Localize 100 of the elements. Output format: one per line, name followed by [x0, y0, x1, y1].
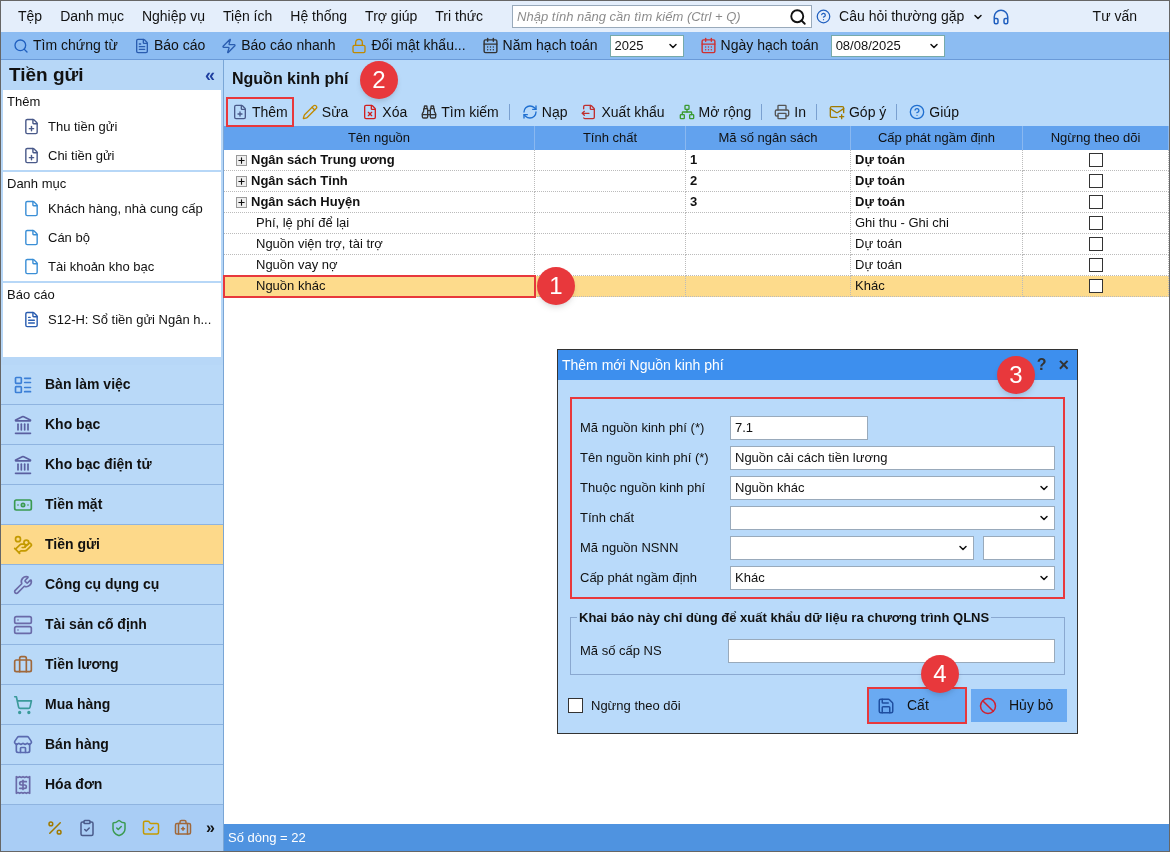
section-title: Báo cáo — [6, 286, 56, 304]
tree-icon — [678, 104, 695, 120]
dropdown-field[interactable] — [730, 536, 974, 560]
report-icon — [133, 37, 150, 54]
table-cell: Khác — [851, 276, 1023, 297]
expand-icon[interactable] — [236, 175, 247, 187]
expand-icon[interactable] — [236, 154, 247, 166]
menu-item[interactable]: Trợ giúp — [356, 6, 427, 27]
checkbox[interactable] — [1088, 153, 1103, 167]
toolbar-button[interactable]: Góp ý — [825, 99, 891, 125]
input-field[interactable]: 7.1 — [730, 416, 868, 440]
table-cell: 1 — [686, 150, 851, 171]
column-header[interactable]: Tính chất — [535, 126, 686, 150]
help-button[interactable]: ? — [1036, 353, 1047, 377]
input-field[interactable] — [983, 536, 1055, 560]
checkbox[interactable] — [1088, 237, 1103, 251]
task-link[interactable]: Khách hàng, nhà cung cấp — [3, 194, 203, 223]
checkbox[interactable] — [1088, 258, 1103, 272]
table-cell[interactable]: Ngân sách Huyện — [224, 192, 535, 213]
group-title: Khai báo này chỉ dùng để xuất khẩu dữ liệu ra chương trình QLNS — [577, 608, 992, 628]
input-field[interactable]: Nguồn cải cách tiền lương — [730, 446, 1055, 470]
toolbar-button[interactable]: Báo cáo — [133, 35, 206, 56]
column-header[interactable]: Tên nguồn — [224, 126, 535, 150]
step-number-badge: 3 — [997, 356, 1035, 394]
percent-icon — [46, 819, 65, 837]
dialog-button[interactable]: Hủy bỏ — [971, 689, 1067, 722]
menu-item[interactable]: Danh mục — [51, 6, 133, 27]
sidebar-title: Tiền gửi — [9, 62, 84, 87]
toolbar-button[interactable]: Tìm chứng từ — [13, 35, 118, 56]
task-link[interactable]: Cán bộ — [3, 223, 90, 252]
bank-icon — [13, 414, 33, 435]
task-link[interactable]: Chi tiền gửi — [3, 141, 115, 170]
document-icon — [23, 258, 40, 275]
toolbar-button[interactable]: Thêm — [228, 99, 292, 125]
toolbar-button[interactable]: Giúp — [905, 99, 963, 125]
checkbox[interactable] — [1088, 195, 1103, 209]
collapse-button[interactable]: « — [205, 61, 215, 89]
toolbar-button[interactable]: Tìm kiếm — [417, 99, 503, 125]
toolbar-button[interactable]: Mở rộng — [674, 99, 756, 125]
expand-icon[interactable] — [236, 196, 247, 208]
field-label: Tên nguồn kinh phí (*) — [580, 449, 710, 468]
table-cell[interactable]: Ngân sách Tỉnh — [224, 171, 535, 192]
table-cell[interactable]: Phí, lệ phí để lại — [224, 213, 535, 234]
close-button[interactable]: × — [1058, 351, 1069, 379]
table-cell[interactable]: Ngân sách Trung ương — [224, 150, 535, 171]
row-count: Số dòng = 22 — [228, 828, 306, 847]
task-link[interactable]: S12-H: Sổ tiền gửi Ngân h... — [3, 305, 212, 334]
task-link[interactable]: Tài khoản kho bạc — [3, 252, 155, 281]
wrench-icon — [13, 574, 33, 595]
dropdown-field[interactable]: 08/08/2025 — [830, 34, 945, 57]
checkbox[interactable] — [1088, 174, 1103, 188]
table-cell[interactable]: Nguồn viện trợ, tài trợ — [224, 234, 535, 255]
menu-item[interactable]: Tệp — [9, 6, 52, 27]
menu-item[interactable]: Hệ thống — [281, 6, 357, 27]
nav-item[interactable]: Tiền gửi — [1, 525, 223, 565]
search-icon — [789, 7, 808, 26]
store-icon — [13, 734, 33, 755]
faq-menu[interactable]: Câu hỏi thường gặp — [839, 6, 985, 27]
document-icon — [23, 229, 40, 246]
save-icon — [877, 696, 895, 715]
search-field[interactable]: Nhập tính năng cần tìm kiếm (Ctrl + Q) — [512, 5, 813, 28]
column-header[interactable]: Ngừng theo dõi — [1023, 126, 1169, 150]
toolbar-button[interactable]: Xuất khẩu — [577, 99, 669, 125]
dialog-button[interactable]: Cất — [869, 689, 965, 722]
section-title: Thêm — [6, 93, 42, 111]
folder-icon — [142, 819, 161, 837]
menu-item[interactable]: Tiện ích — [214, 6, 282, 27]
column-header[interactable]: Mã số ngân sách — [686, 126, 851, 150]
more-button[interactable]: » — [206, 816, 215, 840]
table-cell[interactable]: Nguồn vay nợ — [224, 255, 535, 276]
field-label: Mã số cấp NS — [580, 642, 663, 661]
consult-link[interactable]: Tư vấn — [1092, 6, 1137, 27]
checkbox[interactable] — [1088, 216, 1103, 230]
calendar-icon — [481, 37, 499, 54]
toolbar-button[interactable]: Nạp — [517, 99, 572, 125]
dropdown-field[interactable]: 2025 — [609, 34, 684, 57]
checkbox[interactable] — [568, 698, 583, 713]
shopping-cart-icon — [13, 694, 33, 715]
input-field[interactable] — [728, 639, 1055, 663]
new-document-icon — [23, 118, 40, 135]
task-link[interactable]: Thu tiền gửi — [3, 112, 118, 141]
dropdown-field[interactable] — [730, 506, 1055, 530]
new-document-icon — [23, 147, 40, 164]
receipt-icon — [13, 774, 33, 795]
table-cell: Dự toán — [851, 192, 1023, 213]
toolbar-button[interactable]: Sửa — [297, 99, 353, 125]
column-header[interactable]: Cấp phát ngầm định — [851, 126, 1023, 150]
mail-icon — [829, 104, 845, 120]
dialog-title: Thêm mới Nguồn kinh phí — [562, 355, 724, 375]
menu-item[interactable]: Tri thức — [426, 6, 493, 27]
toolbar-button[interactable]: In — [770, 99, 810, 125]
toolbar-button[interactable]: Báo cáo nhanh — [221, 35, 336, 56]
dropdown-field[interactable]: Nguồn khác — [730, 476, 1055, 500]
toolbar-button[interactable]: Xóa — [358, 99, 412, 125]
checkbox[interactable] — [1088, 279, 1103, 293]
menu-item[interactable]: Nghiệp vụ — [132, 6, 214, 27]
table-cell[interactable]: Nguồn khác — [224, 276, 535, 297]
dropdown-field[interactable]: Khác — [730, 566, 1055, 590]
field-label: Năm hạch toán — [502, 36, 598, 55]
toolbar-button[interactable]: Đổi mật khẩu... — [351, 35, 466, 56]
